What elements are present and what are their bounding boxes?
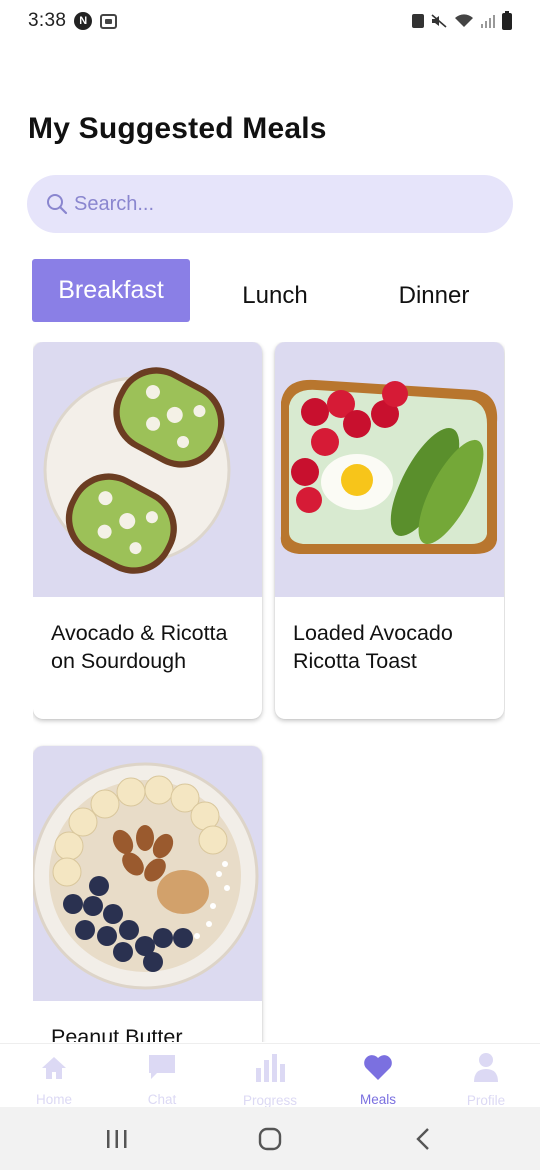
nav-label-profile: Profile xyxy=(466,1093,506,1108)
wifi-icon xyxy=(454,14,474,28)
recent-apps-button[interactable] xyxy=(87,1119,147,1159)
meal-card-image xyxy=(33,746,262,1001)
page-title: My Suggested Meals xyxy=(28,112,327,145)
nav-item-chat[interactable]: Chat xyxy=(108,1044,216,1107)
signal-icon xyxy=(481,14,495,28)
nav-label-chat: Chat xyxy=(147,1092,177,1107)
meal-card-image xyxy=(33,342,262,597)
user-icon xyxy=(471,1052,501,1082)
home-button[interactable] xyxy=(240,1119,300,1159)
meal-card[interactable]: Loaded Avocado Ricotta Toast xyxy=(275,342,504,719)
nav-item-meals[interactable]: Meals xyxy=(324,1044,432,1107)
recent-apps-icon xyxy=(106,1129,127,1148)
system-nav-bar xyxy=(0,1107,540,1170)
chat-icon xyxy=(147,1052,177,1081)
status-right xyxy=(412,10,512,30)
nav-item-home[interactable]: Home xyxy=(0,1044,108,1107)
lock-icon xyxy=(412,14,424,28)
back-chevron-icon xyxy=(416,1127,430,1150)
nav-label-meals: Meals xyxy=(359,1092,396,1107)
status-left: 3:38 N xyxy=(28,10,118,32)
bottom-nav: Home Chat Progress Meals Profile xyxy=(0,1043,540,1108)
search-icon xyxy=(46,193,68,215)
navigation-badge-icon: N xyxy=(74,12,93,30)
nav-label-home: Home xyxy=(35,1092,72,1107)
bar-chart-icon xyxy=(255,1052,285,1082)
meal-card-title: Avocado & Ricotta on Sourdough xyxy=(51,621,228,673)
nav-label-progress: Progress xyxy=(242,1093,298,1108)
nav-item-profile[interactable]: Profile xyxy=(432,1044,540,1108)
home-icon xyxy=(39,1052,69,1081)
tab-dinner[interactable]: Dinner xyxy=(360,259,508,322)
back-button[interactable] xyxy=(393,1119,453,1159)
mute-icon xyxy=(431,14,447,28)
status-time: 3:38 xyxy=(28,10,67,31)
tab-breakfast[interactable]: Breakfast xyxy=(32,258,190,322)
nav-item-progress[interactable]: Progress xyxy=(216,1044,324,1108)
loaded-avocado-toast-image xyxy=(280,379,498,554)
meal-card-image xyxy=(275,342,504,597)
meal-card[interactable]: Peanut Butter xyxy=(33,746,262,1042)
status-bar: 3:38 N xyxy=(0,0,540,42)
tab-lunch[interactable]: Lunch xyxy=(190,259,360,322)
oatmeal-bowl-image xyxy=(33,762,259,990)
meal-card-title: Peanut Butter xyxy=(51,1025,183,1042)
meal-card[interactable]: Avocado & Ricotta on Sourdough xyxy=(33,342,262,719)
search-bar[interactable] xyxy=(27,175,513,233)
meal-card-title: Loaded Avocado Ricotta Toast xyxy=(293,621,453,673)
search-input[interactable] xyxy=(74,192,474,216)
meal-grid: Avocado & Ricotta on Sourdough Loaded Av… xyxy=(33,342,505,1042)
home-circle-icon xyxy=(258,1127,282,1150)
meal-tabs: Breakfast Lunch Dinner xyxy=(32,258,512,322)
screenshot-icon xyxy=(100,13,118,29)
battery-icon xyxy=(502,10,512,30)
avocado-ricotta-toast-image xyxy=(43,367,231,574)
heart-icon xyxy=(363,1052,393,1081)
